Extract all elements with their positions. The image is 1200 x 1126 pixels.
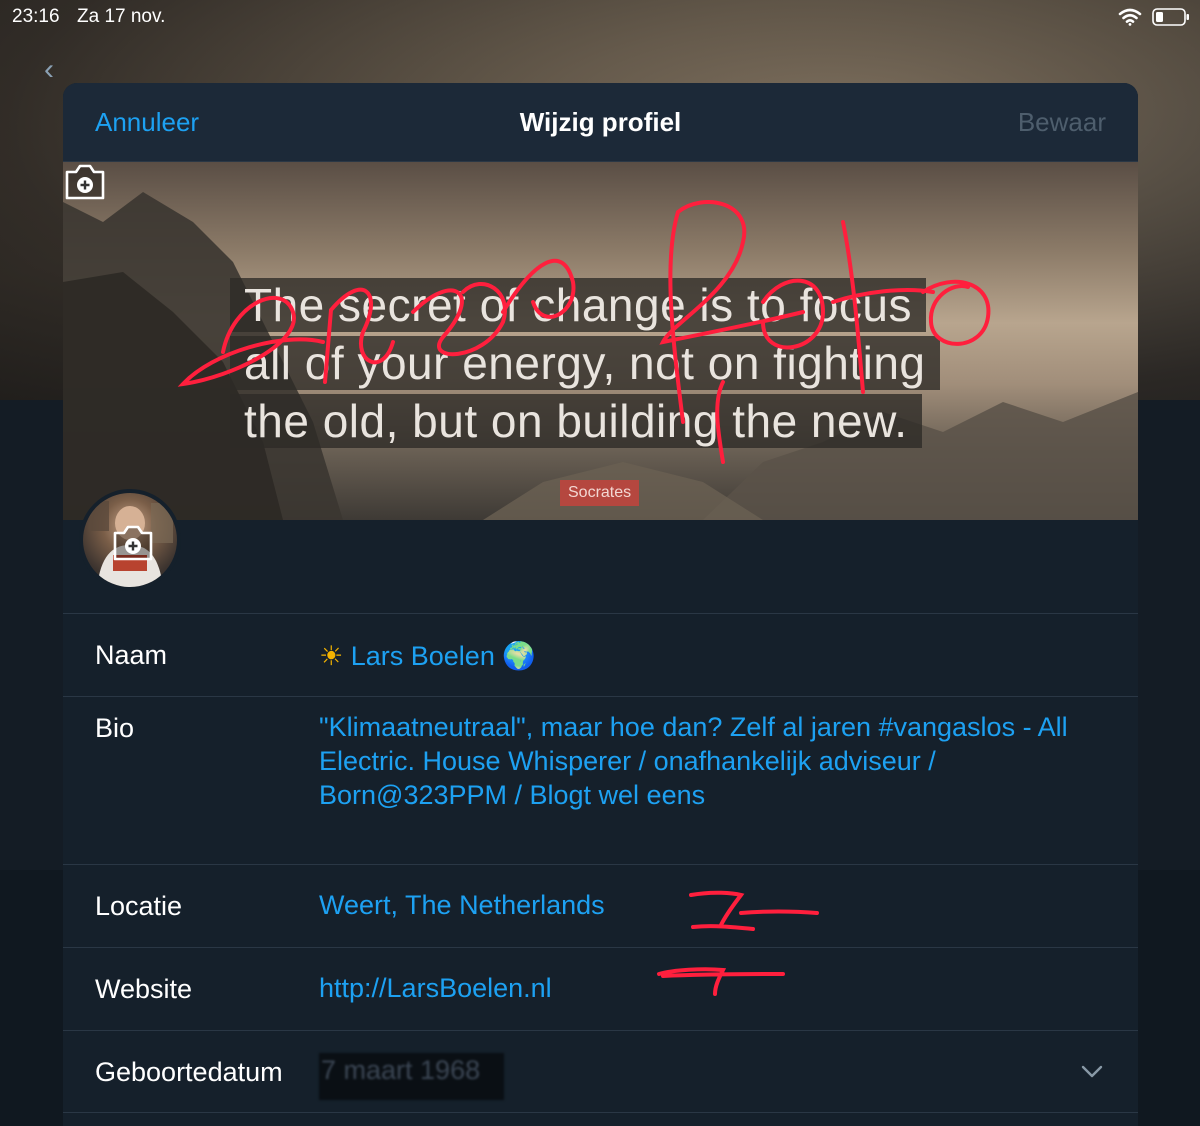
back-chevron-icon[interactable]: ‹ [44, 55, 66, 85]
wifi-icon [1118, 8, 1142, 26]
status-date: Za 17 nov. [77, 6, 166, 27]
name-value: Lars Boelen [350, 641, 495, 671]
status-time: 23:16 [12, 6, 60, 27]
birthdate-field[interactable]: 7 maart 1968 [319, 1053, 505, 1100]
save-button[interactable]: Bewaar [1018, 107, 1106, 138]
status-bar: 23:16 Za 17 nov. [0, 0, 1200, 34]
chevron-down-icon[interactable] [1080, 1064, 1104, 1080]
add-photo-camera-icon[interactable] [63, 162, 107, 202]
globe-emoji-icon: 🌍 [502, 641, 536, 671]
website-row[interactable]: Website http://LarsBoelen.nl [63, 947, 1138, 1030]
avatar[interactable] [79, 489, 181, 591]
header-banner-image[interactable]: The secret of change is to focus all of … [63, 162, 1138, 520]
name-label: Naam [95, 640, 168, 670]
location-label: Locatie [95, 891, 183, 921]
website-field[interactable]: http://LarsBoelen.nl [319, 973, 552, 1004]
birthdate-label: Geboortedatum [95, 1057, 283, 1087]
bio-line-3: Born@323PPM / Blogt wel eens [319, 780, 706, 810]
quote-line-3: the old, but on building the new. [230, 394, 922, 448]
website-label: Website [95, 974, 193, 1004]
quote-line-2: all of your energy, not on fighting [230, 336, 940, 390]
bio-label: Bio [95, 713, 135, 743]
bio-line-2: Electric. House Whisperer / onafhankelij… [319, 746, 936, 776]
location-field[interactable]: Weert, The Netherlands [319, 890, 605, 921]
edit-profile-sheet: Annuleer Wijzig profiel Bewaar The secre… [63, 83, 1138, 1126]
name-field[interactable]: ☀ Lars Boelen 🌍 [319, 640, 536, 672]
birthdate-row[interactable]: Geboortedatum 7 maart 1968 [63, 1030, 1138, 1113]
quote-line-1: The secret of change is to focus [230, 278, 927, 332]
handwritten-mark-2 [657, 967, 785, 996]
sheet-header: Annuleer Wijzig profiel Bewaar [63, 83, 1138, 162]
battery-icon [1152, 8, 1189, 26]
location-row[interactable]: Locatie Weert, The Netherlands [63, 864, 1138, 947]
bio-field[interactable]: "Klimaatneutraal", maar hoe dan? Zelf al… [319, 710, 1119, 812]
bio-line-1: "Klimaatneutraal", maar hoe dan? Zelf al… [319, 712, 1068, 742]
quote-author: Socrates [560, 480, 640, 506]
name-row[interactable]: Naam ☀ Lars Boelen 🌍 [63, 613, 1138, 696]
page-title: Wijzig profiel [519, 107, 682, 137]
handwritten-mark-1 [689, 890, 819, 931]
change-avatar-camera-icon[interactable] [111, 523, 155, 563]
bio-row[interactable]: Bio "Klimaatneutraal", maar hoe dan? Zel… [63, 696, 1138, 864]
sun-emoji-icon: ☀ [319, 641, 344, 671]
